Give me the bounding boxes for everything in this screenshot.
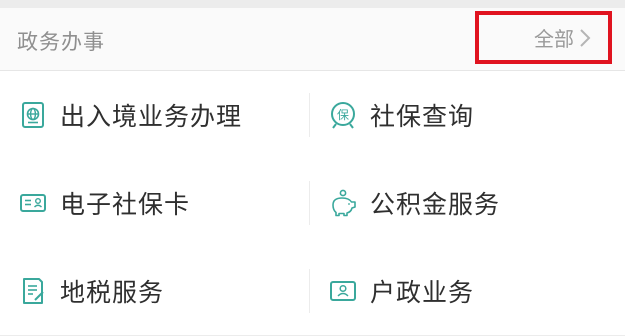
service-label: 出入境业务办理 [60, 102, 243, 131]
service-row: 电子社保卡 公积金服务 [0, 159, 625, 248]
id-card-icon [20, 194, 46, 212]
chevron-right-icon [580, 28, 591, 47]
service-item-local-tax[interactable]: 地税服务 [18, 247, 308, 335]
passport-icon [22, 102, 44, 128]
service-item-exit-entry[interactable]: 出入境业务办理 [18, 71, 308, 159]
tax-document-icon [23, 278, 44, 304]
piggy-bank-icon [332, 189, 356, 217]
social-security-icon: 保 [331, 102, 355, 129]
service-label: 公积金服务 [370, 190, 501, 219]
section-title: 政务办事 [17, 30, 105, 54]
column-divider [309, 93, 310, 137]
view-all-label: 全部 [534, 27, 574, 51]
top-divider-strip [0, 0, 625, 8]
service-item-e-social-card[interactable]: 电子社保卡 [18, 159, 308, 247]
service-item-social-security-query[interactable]: 保 社保查询 [328, 71, 608, 159]
column-divider [309, 269, 310, 313]
service-label: 社保查询 [370, 102, 475, 131]
household-register-icon [330, 281, 356, 301]
service-label: 地税服务 [60, 278, 165, 307]
service-label: 户政业务 [370, 278, 475, 307]
service-row: 出入境业务办理 保 社保查询 [0, 71, 625, 160]
gov-services-panel: 政务办事 全部 出入境业务办理 保 社保查询 电子社保卡 公积金服务 地税服务 … [0, 0, 625, 336]
service-item-housing-fund[interactable]: 公积金服务 [328, 159, 608, 247]
view-all-button[interactable]: 全部 [475, 11, 612, 64]
service-grid: 出入境业务办理 保 社保查询 电子社保卡 公积金服务 地税服务 户政业务 [0, 71, 625, 336]
svg-text:保: 保 [337, 108, 349, 122]
service-label: 电子社保卡 [60, 190, 191, 219]
service-row: 地税服务 户政业务 [0, 247, 625, 336]
service-item-household-affairs[interactable]: 户政业务 [328, 247, 608, 335]
section-header: 政务办事 全部 [0, 8, 625, 71]
column-divider [309, 181, 310, 225]
